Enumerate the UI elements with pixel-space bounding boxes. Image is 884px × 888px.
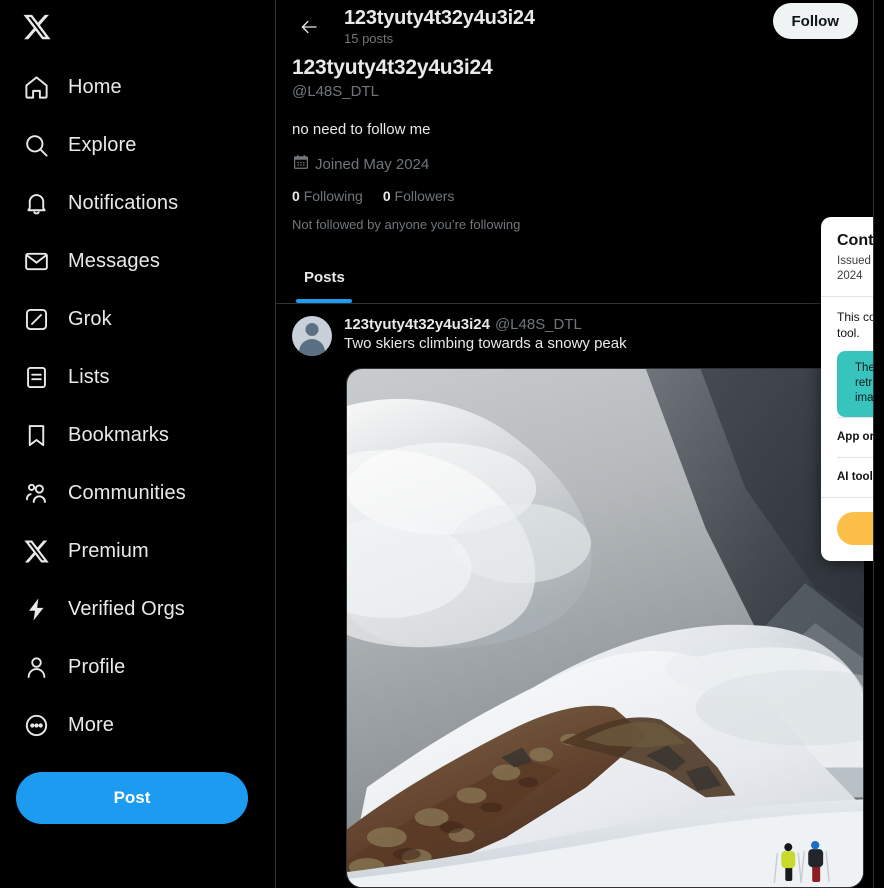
calendar-icon — [292, 153, 310, 176]
followers-stat[interactable]: 0 Followers — [383, 188, 455, 204]
more-circle-icon — [22, 711, 50, 739]
profile-handle: @L48S_DTL — [292, 83, 379, 100]
profile-stats: 0 Following 0 Followers — [292, 188, 857, 204]
avatar-head — [305, 323, 319, 336]
sidebar-item-verified-orgs[interactable]: Verified Orgs — [12, 580, 275, 638]
not-followed-note: Not followed by anyone you’re following — [292, 217, 521, 232]
x-logo-icon — [22, 12, 52, 47]
sidebar-item-notifications[interactable]: Notifications — [12, 174, 275, 232]
ski-mountain-image — [347, 369, 863, 887]
person-icon — [22, 653, 50, 681]
cc-watermark-callout: The content credentials were retrieved u… — [837, 351, 873, 417]
sidebar-item-premium[interactable]: Premium — [12, 522, 275, 580]
profile-top-bar: 123tyuty4t32y4u3i24 15 posts Follow — [276, 0, 873, 53]
tweet-author-handle[interactable]: @L48S_DTL — [495, 316, 582, 333]
sidebar-item-label: Bookmarks — [68, 423, 169, 446]
default-avatar-icon[interactable] — [292, 316, 332, 356]
sidebar-item-profile[interactable]: Profile — [12, 638, 275, 696]
sidebar-item-label: Grok — [68, 307, 112, 330]
sidebar-item-grok[interactable]: Grok — [12, 290, 275, 348]
content-credentials-popup: Content Credentials Issued by Digimarc C… — [821, 217, 874, 561]
cc-title: Content Credentials — [837, 232, 874, 249]
sidebar-item-label: Lists — [68, 365, 110, 388]
main-column: 123tyuty4t32y4u3i24 15 posts Follow 123t… — [276, 0, 874, 888]
back-arrow-icon[interactable] — [292, 10, 326, 44]
sidebar-item-more[interactable]: More — [12, 696, 275, 754]
tab-label: Posts — [304, 268, 345, 286]
sidebar-item-home[interactable]: Home — [12, 58, 275, 116]
following-count: 0 — [292, 188, 300, 204]
topbar-post-count: 15 posts — [344, 31, 394, 46]
profile-display-name: 123tyuty4t32y4u3i24 — [292, 56, 493, 79]
x-logo-icon — [22, 537, 50, 565]
sidebar-item-label: Profile — [68, 655, 126, 678]
topbar-display-name: 123tyuty4t32y4u3i24 — [344, 7, 535, 29]
tweet-author-name[interactable]: 123tyuty4t32y4u3i24 — [344, 316, 490, 333]
tweet-header: 123tyuty4t32y4u3i24 @L48S_DTL — [344, 316, 857, 333]
sidebar-item-explore[interactable]: Explore — [12, 116, 275, 174]
cc-field-ai-tool: AI tool usedAdobe Firefly — [837, 457, 873, 497]
joined-date-row: Joined May 2024 — [292, 153, 857, 176]
grok-icon — [22, 305, 50, 333]
tweet-photo[interactable]: cr — [346, 368, 864, 888]
sidebar-item-label: Home — [68, 75, 122, 98]
bookmark-icon — [22, 421, 50, 449]
sidebar-item-label: More — [68, 713, 114, 736]
topbar-titles: 123tyuty4t32y4u3i24 15 posts — [344, 6, 535, 47]
followers-label: Followers — [394, 188, 455, 204]
follow-button[interactable]: Follow — [772, 3, 858, 39]
envelope-icon — [22, 247, 50, 275]
profile-details: 123tyuty4t32y4u3i24 @L48S_DTL no need to… — [276, 55, 873, 233]
tweet-content: 123tyuty4t32y4u3i24 @L48S_DTL Two skiers… — [344, 316, 864, 888]
cc-ai-statement: This content was generated with an AI to… — [837, 310, 873, 340]
followers-count: 0 — [382, 188, 391, 204]
following-label: Following — [303, 188, 363, 204]
joined-date-text: Joined May 2024 — [315, 155, 430, 173]
cc-body: This content was generated with an AI to… — [821, 297, 873, 417]
sidebar-item-bookmarks[interactable]: Bookmarks — [12, 406, 275, 464]
profile-bio: no need to follow me — [292, 121, 431, 138]
sidebar-item-label: Premium — [68, 539, 149, 562]
following-stat[interactable]: 0 Following — [292, 188, 363, 204]
sidebar-item-communities[interactable]: Communities — [12, 464, 275, 522]
lists-icon — [22, 363, 50, 391]
cc-subtitle: Issued by Digimarc Corporation on 18 Jul… — [837, 255, 873, 282]
sidebar-item-label: Explore — [68, 133, 137, 156]
x-profile-page: Home Explore Notifications Messages Grok — [0, 0, 884, 888]
lightning-icon — [22, 595, 50, 623]
cc-field-key: App or device used — [837, 431, 874, 443]
sidebar-item-label: Notifications — [68, 191, 179, 214]
sidebar-item-label: Messages — [68, 249, 160, 272]
sidebar-item-messages[interactable]: Messages — [12, 232, 275, 290]
profile-tabs: Posts — [276, 251, 873, 304]
tweet-item[interactable]: 123tyuty4t32y4u3i24 @L48S_DTL Two skiers… — [276, 304, 873, 888]
bell-icon — [22, 189, 50, 217]
x-logo-link[interactable] — [12, 0, 275, 58]
sidebar-item-lists[interactable]: Lists — [12, 348, 275, 406]
communities-icon — [22, 479, 50, 507]
sidebar-item-label: Communities — [68, 481, 186, 504]
tweet-text: Two skiers climbing towards a snowy peak — [344, 335, 627, 352]
inspect-button[interactable]: Inspect — [837, 512, 873, 545]
avatar-body — [299, 339, 325, 356]
cc-field-key: AI tool used — [837, 471, 873, 483]
search-icon — [22, 131, 50, 159]
sidebar-item-label: Verified Orgs — [68, 597, 185, 620]
cc-field-app-or-device: App or device usedDigimarc — [837, 417, 874, 457]
cc-footer: Inspect — [821, 497, 873, 561]
home-icon — [22, 73, 50, 101]
cc-header: Content Credentials Issued by Digimarc C… — [821, 217, 874, 297]
tab-posts[interactable]: Posts — [276, 251, 373, 303]
primary-sidebar: Home Explore Notifications Messages Grok — [0, 0, 276, 888]
post-button[interactable]: Post — [16, 772, 248, 824]
